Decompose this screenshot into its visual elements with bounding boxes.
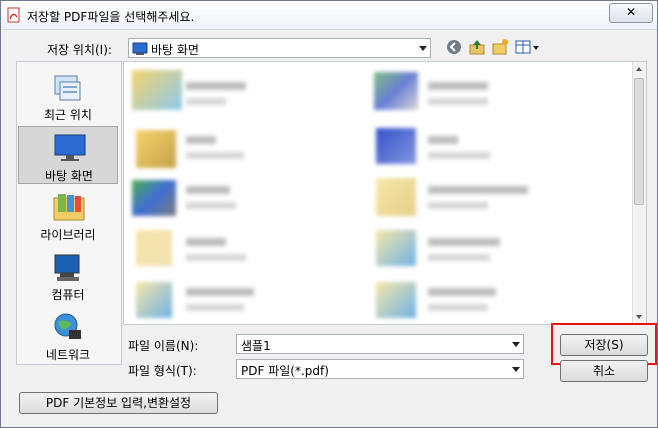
- file-label: [428, 254, 490, 261]
- place-desktop[interactable]: 바탕 화면: [18, 126, 118, 184]
- file-thumbnail[interactable]: [376, 230, 416, 266]
- file-label: [186, 98, 226, 105]
- filetype-dropdown[interactable]: PDF 파일(*.pdf): [236, 359, 524, 379]
- file-label: [186, 304, 244, 311]
- place-network[interactable]: 네트워크: [18, 306, 118, 364]
- file-thumbnail[interactable]: [376, 178, 416, 216]
- file-thumbnail[interactable]: [136, 282, 172, 318]
- place-label: 바탕 화면: [45, 169, 93, 183]
- place-label: 최근 위치: [44, 108, 92, 122]
- place-label: 컴퓨터: [51, 288, 85, 302]
- vertical-scrollbar[interactable]: [632, 62, 646, 324]
- file-label: [186, 202, 236, 209]
- libraries-icon: [53, 194, 85, 221]
- place-label: 네트워크: [45, 348, 91, 362]
- up-folder-icon[interactable]: [468, 38, 486, 56]
- places-bar: 최근 위치 바탕 화면 라이브러리 컴퓨터 네트워크: [16, 61, 122, 365]
- filetype-value: PDF 파일(*.pdf): [241, 364, 329, 378]
- file-label: [428, 304, 488, 311]
- place-libraries[interactable]: 라이브러리: [18, 186, 118, 244]
- place-label: 라이브러리: [40, 228, 96, 242]
- file-label: [428, 288, 496, 296]
- chevron-down-icon: [512, 367, 520, 372]
- file-thumbnail[interactable]: [374, 72, 418, 110]
- close-icon: ✕: [625, 5, 637, 19]
- file-thumbnail[interactable]: [136, 130, 176, 168]
- file-label: [186, 82, 246, 90]
- network-icon: [54, 313, 81, 339]
- file-label: [186, 238, 226, 246]
- file-label: [428, 152, 490, 159]
- location-label: 저장 위치(I):: [47, 43, 112, 57]
- file-thumbnail[interactable]: [136, 230, 172, 266]
- file-label: [428, 186, 528, 194]
- chevron-down-icon: [419, 46, 427, 51]
- pdf-settings-button[interactable]: PDF 기본정보 입력,변환설정: [19, 392, 218, 414]
- highlight-box: [551, 323, 657, 365]
- filename-label: 파일 이름(N):: [128, 339, 199, 353]
- file-thumbnail[interactable]: [132, 70, 182, 110]
- file-label: [428, 82, 488, 90]
- close-button[interactable]: ✕: [609, 3, 653, 23]
- filename-input[interactable]: 샘플1: [236, 334, 524, 354]
- location-dropdown[interactable]: 바탕 화면: [128, 38, 431, 58]
- recent-places-icon: [54, 75, 81, 101]
- place-recent[interactable]: 최근 위치: [18, 66, 118, 124]
- scroll-up-icon[interactable]: [636, 67, 642, 71]
- back-icon[interactable]: [445, 38, 463, 56]
- file-label: [186, 136, 216, 144]
- filename-value: 샘플1: [241, 339, 271, 353]
- title-bar: 저장할 PDF파일을 선택해주세요. ✕: [1, 1, 657, 30]
- file-thumbnail[interactable]: [376, 282, 416, 318]
- file-label: [186, 152, 244, 159]
- file-label: [186, 288, 254, 296]
- file-label: [186, 254, 246, 261]
- save-dialog: 저장할 PDF파일을 선택해주세요. ✕ 저장 위치(I): 바탕 화면 최근 …: [0, 0, 658, 428]
- scrollbar-thumb[interactable]: [634, 78, 644, 205]
- location-value: 바탕 화면: [151, 43, 199, 57]
- file-label: [428, 202, 488, 209]
- view-menu-icon[interactable]: [514, 38, 542, 56]
- dialog-title: 저장할 PDF파일을 선택해주세요.: [27, 10, 195, 24]
- place-computer[interactable]: 컴퓨터: [18, 246, 118, 304]
- new-folder-icon[interactable]: [491, 38, 509, 56]
- computer-icon: [54, 254, 80, 281]
- cancel-button[interactable]: 취소: [560, 360, 648, 382]
- scroll-down-icon[interactable]: [636, 315, 642, 319]
- file-thumbnail[interactable]: [376, 128, 416, 164]
- desktop-icon: [54, 134, 86, 161]
- chevron-down-icon[interactable]: [512, 342, 520, 347]
- filetype-label: 파일 형식(T):: [128, 364, 197, 378]
- file-label: [428, 98, 488, 105]
- file-label: [428, 238, 500, 246]
- pdf-app-icon: [7, 7, 20, 23]
- desktop-icon: [132, 42, 148, 55]
- file-list[interactable]: [123, 61, 647, 325]
- file-thumbnail[interactable]: [132, 180, 176, 216]
- file-label: [186, 186, 230, 194]
- file-label: [428, 136, 458, 144]
